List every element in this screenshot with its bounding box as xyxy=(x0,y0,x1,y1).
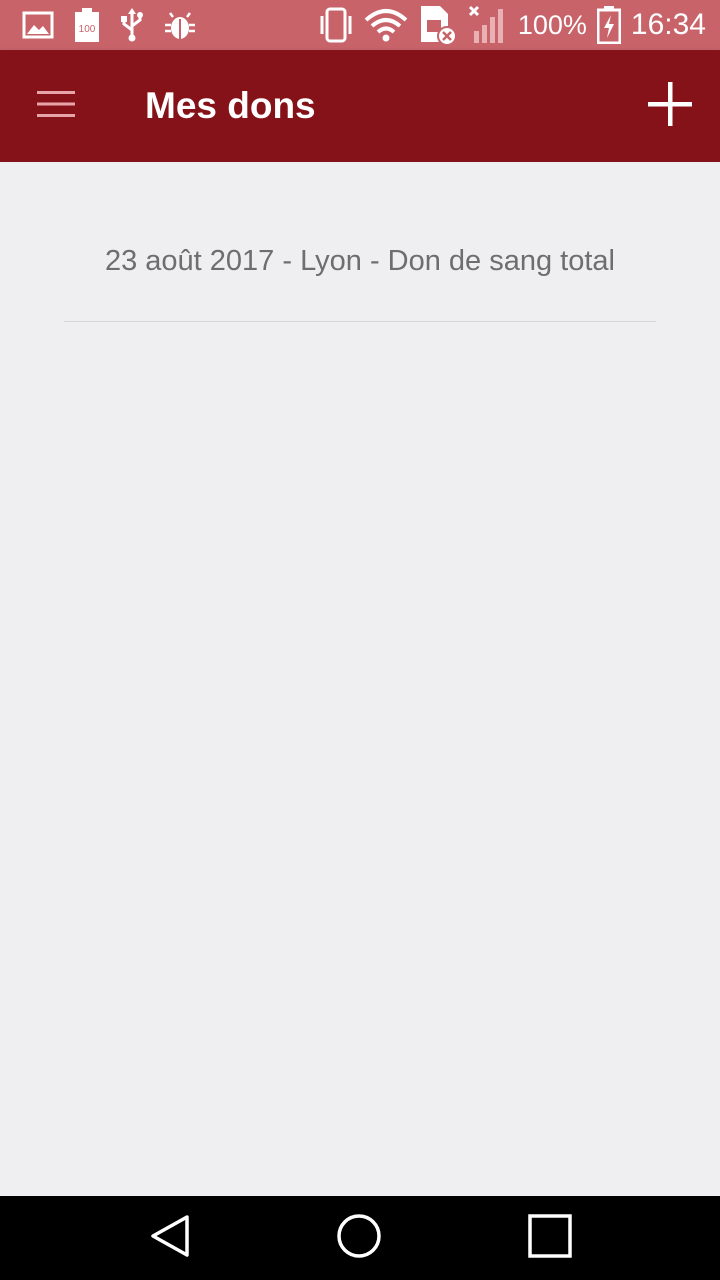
recents-button[interactable] xyxy=(490,1196,610,1280)
menu-button[interactable] xyxy=(0,50,112,162)
usb-icon xyxy=(120,8,144,42)
donations-list: 23 août 2017 - Lyon - Don de sang total xyxy=(0,162,720,1196)
signal-icon xyxy=(468,5,508,45)
image-icon xyxy=(22,11,54,39)
home-icon xyxy=(336,1213,382,1264)
add-donation-button[interactable] xyxy=(620,50,720,162)
vibrate-icon xyxy=(318,6,354,44)
screen: 100 100% 16:34 Mes dons 23 août 2017 - L… xyxy=(0,0,720,1280)
home-button[interactable] xyxy=(299,1196,419,1280)
status-left-icons: 100 xyxy=(0,8,196,42)
navigation-bar xyxy=(0,1196,720,1280)
list-item[interactable]: 23 août 2017 - Lyon - Don de sang total xyxy=(64,162,656,322)
battery-100-icon: 100 xyxy=(74,8,100,42)
plus-icon xyxy=(648,81,692,131)
menu-icon xyxy=(37,90,75,123)
battery-charging-icon xyxy=(596,6,621,44)
status-right-icons: 100% 16:34 xyxy=(318,4,720,46)
back-icon xyxy=(149,1213,191,1264)
back-button[interactable] xyxy=(110,1196,230,1280)
svg-text:100: 100 xyxy=(79,24,96,35)
bug-icon xyxy=(164,9,196,41)
recents-icon xyxy=(528,1213,572,1263)
wifi-icon xyxy=(364,8,408,42)
clock: 16:34 xyxy=(630,8,706,41)
battery-percent: 100% xyxy=(517,9,587,40)
sim-error-icon xyxy=(418,4,458,46)
page-title: Mes dons xyxy=(145,85,316,126)
donation-label: 23 août 2017 - Lyon - Don de sang total xyxy=(104,245,615,277)
app-bar: Mes dons xyxy=(0,50,720,162)
status-bar: 100 100% 16:34 xyxy=(0,0,720,50)
